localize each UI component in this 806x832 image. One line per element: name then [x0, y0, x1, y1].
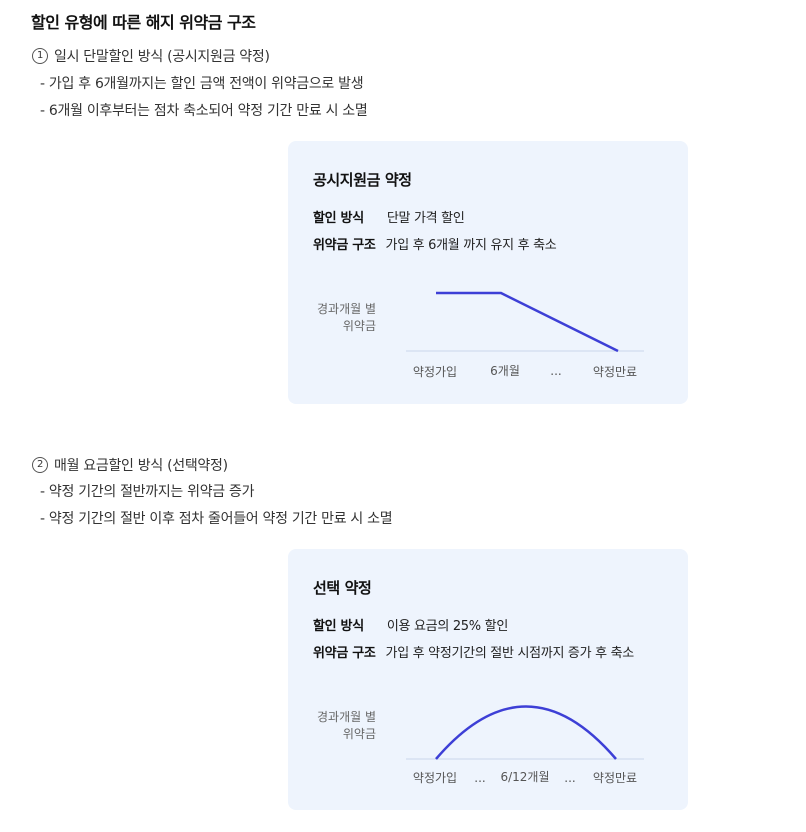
penalty-graph-1: 약정가입 6개월 ... 약정만료 [406, 291, 644, 379]
section-1-bullet-1: - 가입 후 6개월까지는 할인 금액 전액이 위약금으로 발생 [40, 76, 364, 92]
x-label-ellipsis-2: ... [564, 771, 575, 785]
section-2-bullet-2: - 약정 기간의 절반 이후 점차 줄어들어 약정 기간 만료 시 소멸 [40, 511, 393, 527]
penalty-curve [435, 705, 617, 760]
penalty-graph-2: 약정가입 ... 6/12개월 ... 약정만료 [406, 705, 644, 785]
x-label-end: 약정만료 [593, 770, 637, 785]
section-1-heading-text: 일시 단말할인 방식 (공시지원금 약정) [54, 49, 270, 65]
x-label-midpoint: 6/12개월 [500, 770, 549, 784]
x-label-ellipsis-1: ... [474, 771, 485, 785]
x-label-6month: 6개월 [490, 364, 520, 378]
x-label-start: 약정가입 [413, 770, 457, 785]
section-1-heading: 1 일시 단말할인 방식 (공시지원금 약정) [32, 46, 270, 66]
section-2-bullet-1: - 약정 기간의 절반까지는 위약금 증가 [40, 484, 255, 500]
x-label-ellipsis: ... [550, 364, 561, 378]
x-label-end: 약정만료 [593, 364, 637, 379]
section-2-heading-text: 매월 요금할인 방식 (선택약정) [54, 458, 228, 474]
section-2-heading: 2 매월 요금할인 방식 (선택약정) [32, 455, 228, 475]
card-selective-contract: 선택 약정 할인 방식 이용 요금의 25% 할인 위약금 구조 가입 후 약정… [288, 549, 688, 810]
section-1-bullet-2: - 6개월 이후부터는 점차 축소되어 약정 기간 만료 시 소멸 [40, 103, 368, 119]
card-subsidy-contract: 공시지원금 약정 할인 방식 단말 가격 할인 위약금 구조 가입 후 6개월 … [288, 141, 688, 404]
penalty-line [436, 291, 619, 353]
circled-number-2: 2 [32, 457, 48, 473]
circled-number-1: 1 [32, 48, 48, 64]
page-title: 할인 유형에 따른 해지 위약금 구조 [31, 13, 256, 32]
x-label-start: 약정가입 [413, 364, 457, 379]
